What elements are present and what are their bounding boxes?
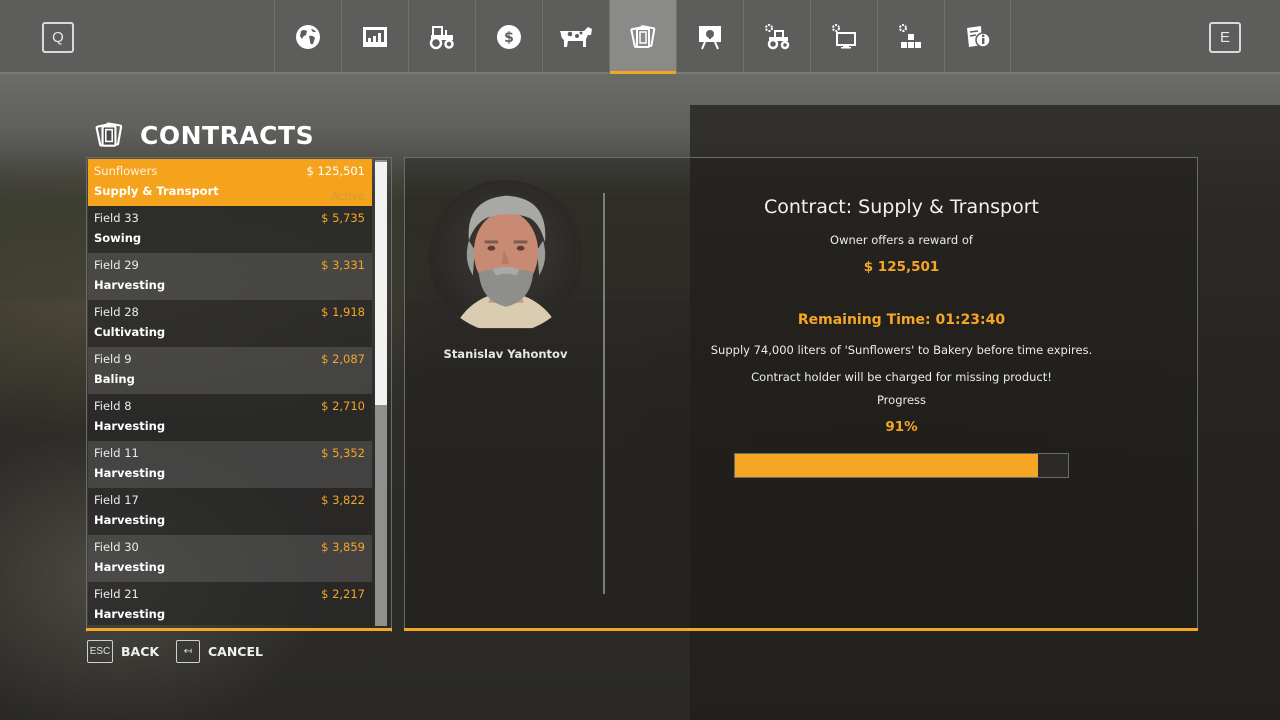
- help-info-icon: [966, 26, 991, 48]
- blocks-gear-icon: [899, 24, 921, 48]
- contract-description: Supply 74,000 liters of 'Sunflowers' to …: [710, 343, 1093, 357]
- reward-amount: $ 125,501: [863, 259, 940, 275]
- tractor-icon: [429, 26, 454, 50]
- owner-portrait: [428, 180, 583, 335]
- owner-avatar-icon: [454, 195, 559, 329]
- list-bottom-accent: [86, 628, 392, 631]
- contract-type: Harvesting: [94, 607, 166, 621]
- contract-name: Sunflowers: [94, 164, 158, 178]
- remaining-time: Remaining Time: 01:23:40: [797, 312, 1006, 328]
- contract-row[interactable]: Field 33 Sowing $ 5,735: [88, 206, 372, 253]
- contract-row[interactable]: Field 28 Cultivating $ 1,918: [88, 300, 372, 347]
- contract-row[interactable]: Field 8 Harvesting $ 2,710: [88, 394, 372, 441]
- contract-list: Sunflowers Supply & Transport $ 125,501 …: [88, 159, 372, 625]
- contract-reward: $ 3,331: [321, 258, 365, 272]
- contract-warning: Contract holder will be charged for miss…: [751, 370, 1052, 384]
- contract-type: Sowing: [94, 231, 142, 245]
- progress-bar: [734, 453, 1069, 478]
- contract-row[interactable]: Field 17 Harvesting $ 3,822: [88, 488, 372, 535]
- contract-name: Field 11: [94, 446, 139, 460]
- contract-name: Field 21: [94, 587, 139, 601]
- progress-bar-fill: [735, 454, 1039, 477]
- contract-reward: $ 3,859: [321, 540, 365, 554]
- contract-name: Field 33: [94, 211, 139, 225]
- cow-icon: [560, 27, 592, 47]
- contract-type: Harvesting: [94, 419, 166, 433]
- progress-percent: 91%: [885, 419, 918, 435]
- contract-name: Field 30: [94, 540, 139, 554]
- tab-vehicle-settings[interactable]: [743, 0, 810, 74]
- contract-title: Contract: Supply & Transport: [764, 196, 1039, 218]
- contract-status: Active: [330, 190, 365, 203]
- contract-name: Field 9: [94, 352, 132, 366]
- contract-name: Field 8: [94, 399, 132, 413]
- contract-type: Harvesting: [94, 513, 166, 527]
- contracts-icon: [630, 25, 656, 48]
- dollar-icon: $: [497, 25, 521, 49]
- tab-finances[interactable]: $: [475, 0, 542, 74]
- contract-name: Field 29: [94, 258, 139, 272]
- reward-offer-text: Owner offers a reward of: [830, 233, 973, 247]
- previous-page-key[interactable]: Q: [42, 22, 74, 53]
- tab-prices[interactable]: [341, 0, 408, 74]
- globe-icon: [296, 25, 320, 49]
- back-button[interactable]: ESC BACK: [87, 640, 159, 663]
- scrollbar-thumb[interactable]: [375, 162, 387, 405]
- contract-reward: $ 2,710: [321, 399, 365, 413]
- tab-help[interactable]: [944, 0, 1011, 74]
- page-header: CONTRACTS: [94, 120, 314, 150]
- easel-icon: [699, 26, 721, 50]
- contract-type: Supply & Transport: [94, 184, 219, 198]
- contract-name: Field 17: [94, 493, 139, 507]
- tab-vehicles[interactable]: [408, 0, 475, 74]
- contract-reward: $ 2,087: [321, 352, 365, 366]
- contract-reward: $ 1,918: [321, 305, 365, 319]
- cancel-label: CANCEL: [208, 644, 263, 659]
- next-page-key[interactable]: E: [1209, 22, 1241, 53]
- contracts-icon: [95, 122, 123, 147]
- tractor-gear-icon: [765, 24, 790, 50]
- contract-row[interactable]: Sunflowers Supply & Transport $ 125,501 …: [88, 159, 372, 206]
- details-bottom-accent: [404, 628, 1198, 631]
- tab-map[interactable]: [274, 0, 341, 74]
- contract-type: Harvesting: [94, 278, 166, 292]
- contract-row[interactable]: Field 21 Harvesting $ 2,217: [88, 582, 372, 625]
- owner-name: Stanislav Yahontov: [443, 347, 568, 361]
- contract-reward: $ 3,822: [321, 493, 365, 507]
- contract-type: Harvesting: [94, 466, 166, 480]
- svg-text:$: $: [504, 30, 514, 46]
- esc-key-icon: ESC: [87, 640, 113, 663]
- contract-reward: $ 5,352: [321, 446, 365, 460]
- contract-list-scrollbar[interactable]: [375, 160, 387, 626]
- contract-row[interactable]: Field 9 Baling $ 2,087: [88, 347, 372, 394]
- tab-tour[interactable]: [676, 0, 743, 74]
- chart-icon: [363, 27, 387, 47]
- contract-type: Harvesting: [94, 560, 166, 574]
- contract-reward: $ 2,217: [321, 587, 365, 601]
- menu-tabs: $: [274, 0, 1011, 74]
- contract-reward: $ 5,735: [321, 211, 365, 225]
- contract-type: Baling: [94, 372, 135, 386]
- contract-type: Cultivating: [94, 325, 166, 339]
- backspace-key-icon: ↤: [176, 640, 200, 663]
- monitor-gear-icon: [832, 24, 856, 49]
- page-title: CONTRACTS: [140, 120, 315, 150]
- contract-reward: $ 125,501: [306, 164, 365, 178]
- tab-contracts[interactable]: [609, 0, 676, 74]
- contract-name: Field 28: [94, 305, 139, 319]
- tab-general-settings[interactable]: [810, 0, 877, 74]
- tab-animals[interactable]: [542, 0, 609, 74]
- top-navigation-bar: Q $ E: [0, 0, 1280, 74]
- cancel-button[interactable]: ↤ CANCEL: [176, 640, 263, 663]
- contract-row[interactable]: Field 11 Harvesting $ 5,352: [88, 441, 372, 488]
- contract-row[interactable]: Field 29 Harvesting $ 3,331: [88, 253, 372, 300]
- progress-label: Progress: [876, 393, 927, 407]
- back-label: BACK: [121, 644, 160, 659]
- contract-row[interactable]: Field 30 Harvesting $ 3,859: [88, 535, 372, 582]
- tab-production[interactable]: [877, 0, 944, 74]
